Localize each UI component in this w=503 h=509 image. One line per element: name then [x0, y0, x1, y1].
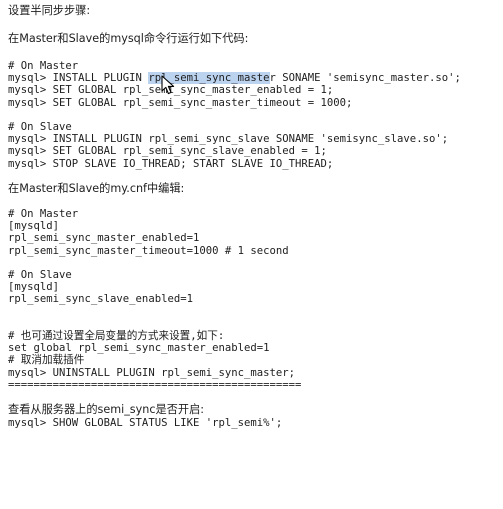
cnf-intro: 在Master和Slave的my.cnf中编辑:: [8, 181, 185, 195]
separator-line: ========================================…: [8, 378, 302, 391]
master-enabled-line: mysql> SET GLOBAL rpl_semi_sync_master_e…: [8, 84, 334, 97]
master-timeout-line: mysql> SET GLOBAL rpl_semi_sync_master_t…: [8, 96, 353, 109]
global-comment: # 也可通过设置全局变量的方式来设置,如下:: [8, 329, 225, 342]
uninstall-line: mysql> UNINSTALL PLUGIN rpl_semi_sync_ma…: [8, 366, 296, 379]
cnf-slave-enabled: rpl_semi_sync_slave_enabled=1: [8, 293, 193, 306]
doc-heading: 设置半同步步骤:: [8, 4, 91, 17]
master-install-line: mysql> INSTALL PLUGIN rpl_semi_sync_mast…: [8, 72, 503, 85]
global-set-line: set global rpl_semi_sync_master_enabled=…: [8, 342, 270, 355]
master-comment: # On Master: [8, 60, 79, 72]
cnf-slave-comment: # On Slave: [8, 269, 72, 281]
check-status-line: mysql> SHOW GLOBAL STATUS LIKE 'rpl_semi…: [8, 417, 283, 430]
cnf-slave-section: [mysqld]: [8, 281, 60, 294]
slave-enabled-line: mysql> SET GLOBAL rpl_semi_sync_slave_en…: [8, 145, 327, 158]
cnf-master-section: [mysqld]: [8, 220, 60, 233]
uninstall-comment: # 取消加载插件: [8, 354, 85, 367]
document-body: 设置半同步步骤: 在Master和Slave的mysql命令行运行如下代码: #…: [0, 0, 503, 509]
master-install-suffix: r SONAME 'semisync_master.so';: [269, 72, 461, 85]
cnf-master-timeout: rpl_semi_sync_master_timeout=1000 # 1 se…: [8, 244, 289, 257]
cnf-master-enabled: rpl_semi_sync_master_enabled=1: [8, 232, 200, 245]
slave-install-line: mysql> INSTALL PLUGIN rpl_semi_sync_slav…: [8, 133, 449, 146]
mouse-cursor-icon: [161, 75, 175, 95]
master-install-prefix: mysql> INSTALL PLUGIN: [8, 72, 149, 85]
cnf-master-comment: # On Master: [8, 208, 79, 221]
check-intro: 查看从服务器上的semi_sync是否开启:: [8, 403, 205, 417]
slave-restart-line: mysql> STOP SLAVE IO_THREAD; START SLAVE…: [8, 157, 334, 170]
doc-intro: 在Master和Slave的mysql命令行运行如下代码:: [8, 32, 249, 45]
slave-comment: # On Slave: [8, 120, 72, 133]
